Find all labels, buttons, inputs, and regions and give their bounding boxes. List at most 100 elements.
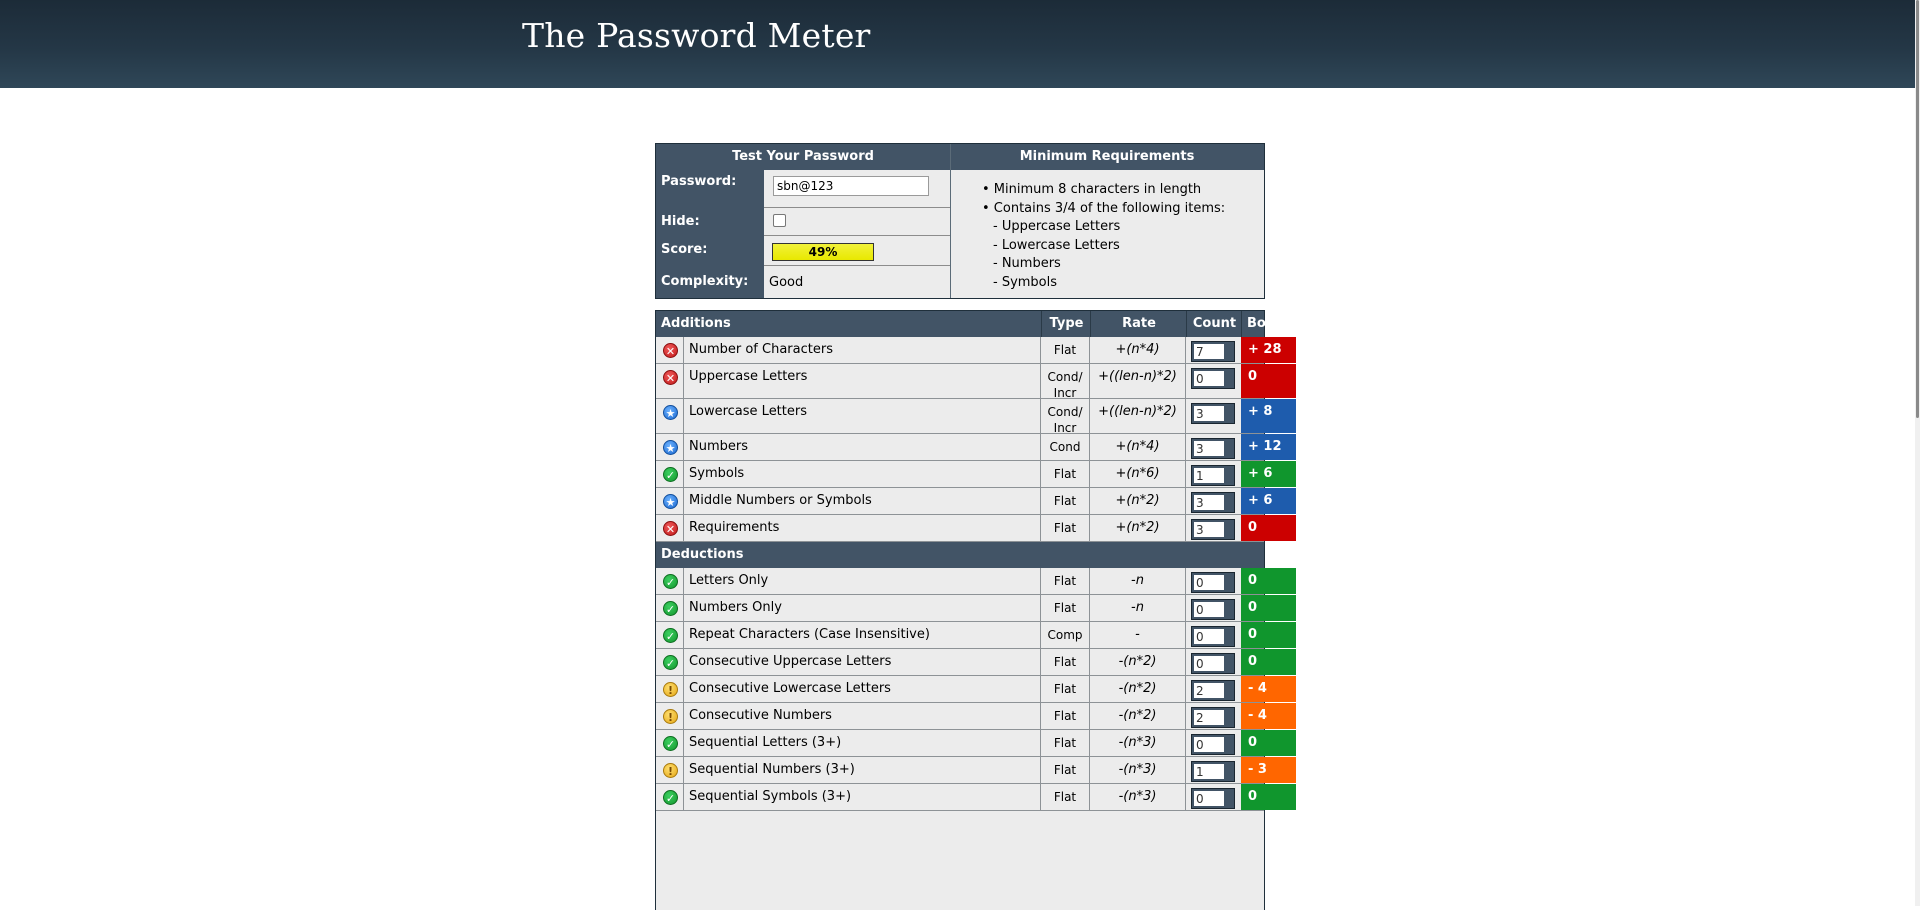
additions-row: ✓ Symbols Flat +(n*6) 1 + 6 — [656, 461, 1296, 488]
count-value: 3 — [1194, 441, 1224, 456]
rule-rate: -(n*2) — [1090, 703, 1186, 729]
rule-name: Requirements — [684, 515, 1041, 541]
count-value: 2 — [1194, 710, 1224, 725]
status-cell: ✓ — [656, 595, 684, 621]
bonus-cell: + 28 — [1241, 337, 1296, 363]
hide-checkbox[interactable] — [773, 214, 786, 227]
count-field: 3 — [1191, 519, 1235, 540]
bonus-cell: 0 — [1241, 622, 1296, 648]
pass-icon: ✓ — [663, 628, 678, 643]
page-scrollbar[interactable] — [1915, 0, 1920, 906]
rule-name: Consecutive Uppercase Letters — [684, 649, 1041, 675]
count-field: 2 — [1191, 707, 1235, 728]
rule-rate: -n — [1090, 568, 1186, 594]
status-cell: ✓ — [656, 649, 684, 675]
rule-type: Flat — [1041, 461, 1090, 487]
rule-name: Symbols — [684, 461, 1041, 487]
status-cell: ! — [656, 703, 684, 729]
complexity-value: Good — [764, 266, 950, 298]
count-cell: 2 — [1186, 676, 1241, 702]
rule-rate: +((len-n)*2) — [1090, 364, 1186, 398]
bonus-cell: 0 — [1241, 649, 1296, 675]
status-cell: ★ — [656, 488, 684, 514]
rule-name: Sequential Letters (3+) — [684, 730, 1041, 756]
count-cell: 1 — [1186, 757, 1241, 783]
count-field: 0 — [1191, 572, 1235, 593]
hide-cell — [764, 208, 950, 236]
count-value: 0 — [1194, 602, 1224, 617]
count-cell: 3 — [1186, 434, 1241, 460]
rule-rate: -(n*3) — [1090, 757, 1186, 783]
count-value: 0 — [1194, 737, 1224, 752]
bonus-cell: + 6 — [1241, 461, 1296, 487]
rule-rate: -(n*3) — [1090, 784, 1186, 810]
rule-name: Sequential Numbers (3+) — [684, 757, 1041, 783]
rule-rate: - — [1090, 622, 1186, 648]
count-cell: 1 — [1186, 461, 1241, 487]
fail-icon: ✕ — [663, 370, 678, 385]
rule-type: Flat — [1041, 595, 1090, 621]
rule-rate: -(n*3) — [1090, 730, 1186, 756]
status-cell: ✓ — [656, 622, 684, 648]
status-cell: ✓ — [656, 784, 684, 810]
pass-icon: ✓ — [663, 655, 678, 670]
count-cell: 0 — [1186, 649, 1241, 675]
additions-row: ✕ Requirements Flat +(n*2) 3 0 — [656, 515, 1296, 542]
additions-header: Additions — [661, 316, 731, 331]
score-label: Score: — [656, 236, 764, 266]
page-header: The Password Meter — [0, 0, 1920, 88]
rule-name: Number of Characters — [684, 337, 1041, 363]
requirement-subitem: - Numbers — [993, 256, 1061, 271]
deductions-row: ! Consecutive Numbers Flat -(n*2) 2 - 4 — [656, 703, 1296, 730]
count-field: 0 — [1191, 788, 1235, 809]
status-cell: ✓ — [656, 730, 684, 756]
count-field: 7 — [1191, 341, 1235, 362]
exceed-icon: ★ — [663, 440, 678, 455]
deductions-row: ✓ Sequential Symbols (3+) Flat -(n*3) 0 0 — [656, 784, 1296, 811]
deductions-row: ✓ Letters Only Flat -n 0 0 — [656, 568, 1296, 595]
rule-type: Flat — [1041, 515, 1090, 541]
count-cell: 0 — [1186, 595, 1241, 621]
rule-rate: +((len-n)*2) — [1090, 399, 1186, 433]
warn-icon: ! — [663, 763, 678, 778]
count-cell: 3 — [1186, 515, 1241, 541]
rule-rate: +(n*4) — [1090, 434, 1186, 460]
bonus-cell: 0 — [1241, 515, 1296, 541]
password-input[interactable]: sbn@123 — [773, 176, 929, 196]
rule-type: Flat — [1041, 649, 1090, 675]
status-cell: ✕ — [656, 337, 684, 363]
count-value: 0 — [1194, 371, 1224, 386]
count-cell: 0 — [1186, 364, 1241, 398]
deductions-label: Deductions — [661, 547, 744, 562]
bonus-cell: 0 — [1241, 730, 1296, 756]
count-field: 3 — [1191, 403, 1235, 424]
rule-name: Uppercase Letters — [684, 364, 1041, 398]
count-field: 3 — [1191, 438, 1235, 459]
count-value: 3 — [1194, 495, 1224, 510]
bonus-cell: + 6 — [1241, 488, 1296, 514]
rule-type: Cond/Incr — [1041, 364, 1090, 400]
deductions-header: Deductions — [656, 542, 1264, 568]
bonus-cell: 0 — [1241, 364, 1296, 398]
rule-type: Comp — [1041, 622, 1090, 648]
requirement-subitem: - Uppercase Letters — [993, 219, 1121, 234]
requirement-item: • Minimum 8 characters in length — [982, 182, 1202, 197]
fail-icon: ✕ — [663, 521, 678, 536]
status-cell: ! — [656, 676, 684, 702]
password-cell: sbn@123 — [764, 170, 950, 208]
rule-type: Flat — [1041, 568, 1090, 594]
count-cell: 3 — [1186, 488, 1241, 514]
rule-type: Flat — [1041, 784, 1090, 810]
count-header: Count — [1186, 311, 1242, 337]
bonus-cell: + 12 — [1241, 434, 1296, 460]
rule-type: Flat — [1041, 676, 1090, 702]
bonus-cell: + 8 — [1241, 399, 1296, 433]
count-value: 7 — [1194, 344, 1224, 359]
rule-rate: +(n*2) — [1090, 488, 1186, 514]
additions-row: ✕ Uppercase Letters Cond/Incr +((len-n)*2) 0… — [656, 364, 1296, 400]
scrollbar-thumb[interactable] — [1916, 0, 1919, 418]
count-cell: 0 — [1186, 730, 1241, 756]
warn-icon: ! — [663, 682, 678, 697]
test-password-table: Test Your Password Minimum Requirements … — [655, 143, 1265, 299]
pass-icon: ✓ — [663, 736, 678, 751]
